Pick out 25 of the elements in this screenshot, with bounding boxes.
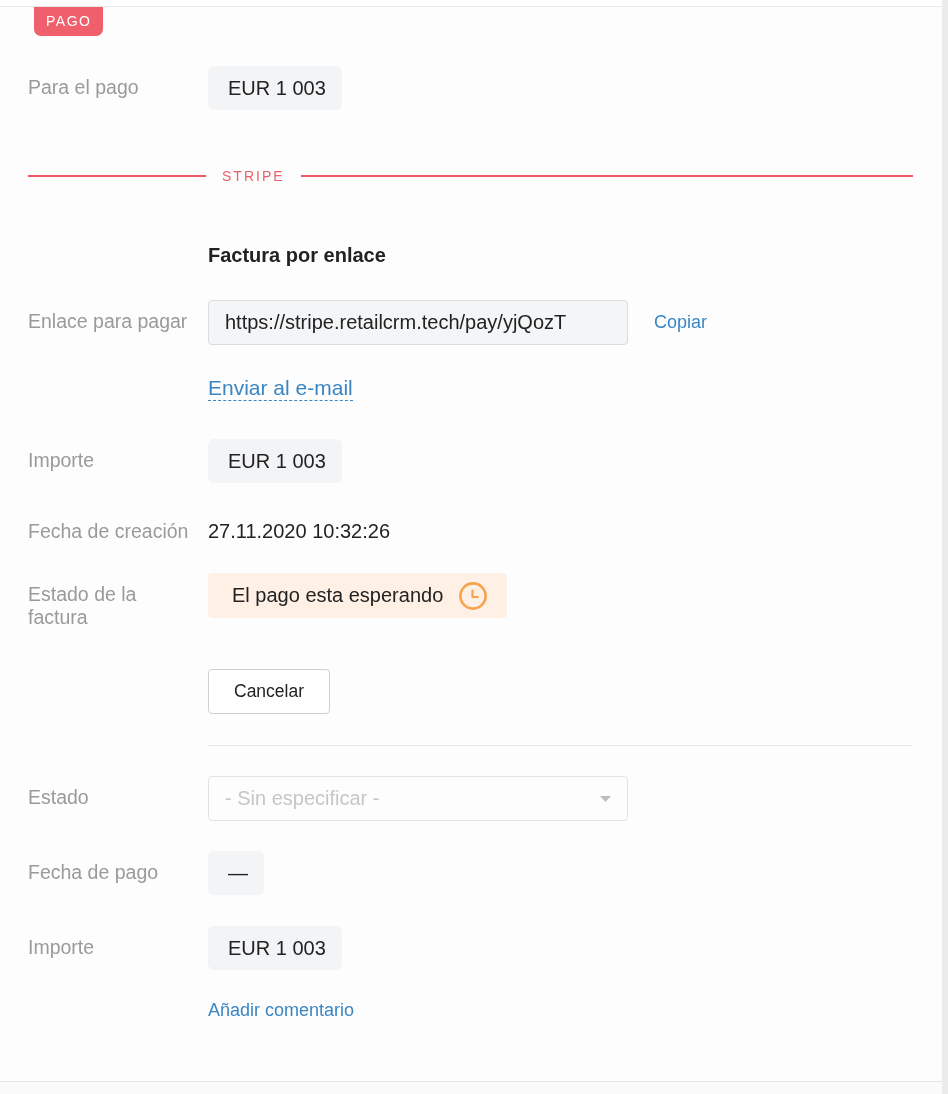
field-label: Estado	[28, 785, 89, 809]
field-label: Enlace para pagar	[28, 309, 188, 333]
field-label: Fecha de creación	[28, 520, 189, 542]
cancel-button[interactable]: Cancelar	[208, 669, 331, 714]
field-label: Estado de la factura	[28, 582, 138, 629]
value-chip: EUR 1 003	[208, 926, 342, 970]
value-chip: EUR 1 003	[208, 439, 342, 483]
clock-icon	[459, 581, 488, 610]
field-label: Importe	[28, 448, 95, 472]
status-text: El pago esta esperando	[232, 584, 444, 607]
value-chip: EUR 1 003	[208, 66, 342, 110]
invoice-title: Factura por enlace	[208, 244, 386, 266]
scrollbar[interactable]	[942, 0, 948, 1094]
section-tag: PAGO	[34, 7, 104, 36]
provider-divider-label: STRIPE	[222, 168, 285, 184]
add-comment-link[interactable]: Añadir comentario	[208, 1000, 355, 1020]
caret-icon	[600, 795, 611, 802]
date-value: 27.11.2020 10:32:26	[208, 520, 391, 542]
copy-link[interactable]: Copiar	[654, 312, 708, 333]
value-chip: —	[208, 851, 264, 895]
payment-link-field[interactable]: https://stripe.retailcrm.tech/pay/yjQozT	[208, 300, 628, 345]
field-label: Importe	[28, 935, 95, 959]
field-label: Fecha de pago	[28, 860, 159, 884]
send-email-link[interactable]: Enviar al e-mail	[208, 376, 353, 401]
field-label: Para el pago	[28, 75, 139, 99]
